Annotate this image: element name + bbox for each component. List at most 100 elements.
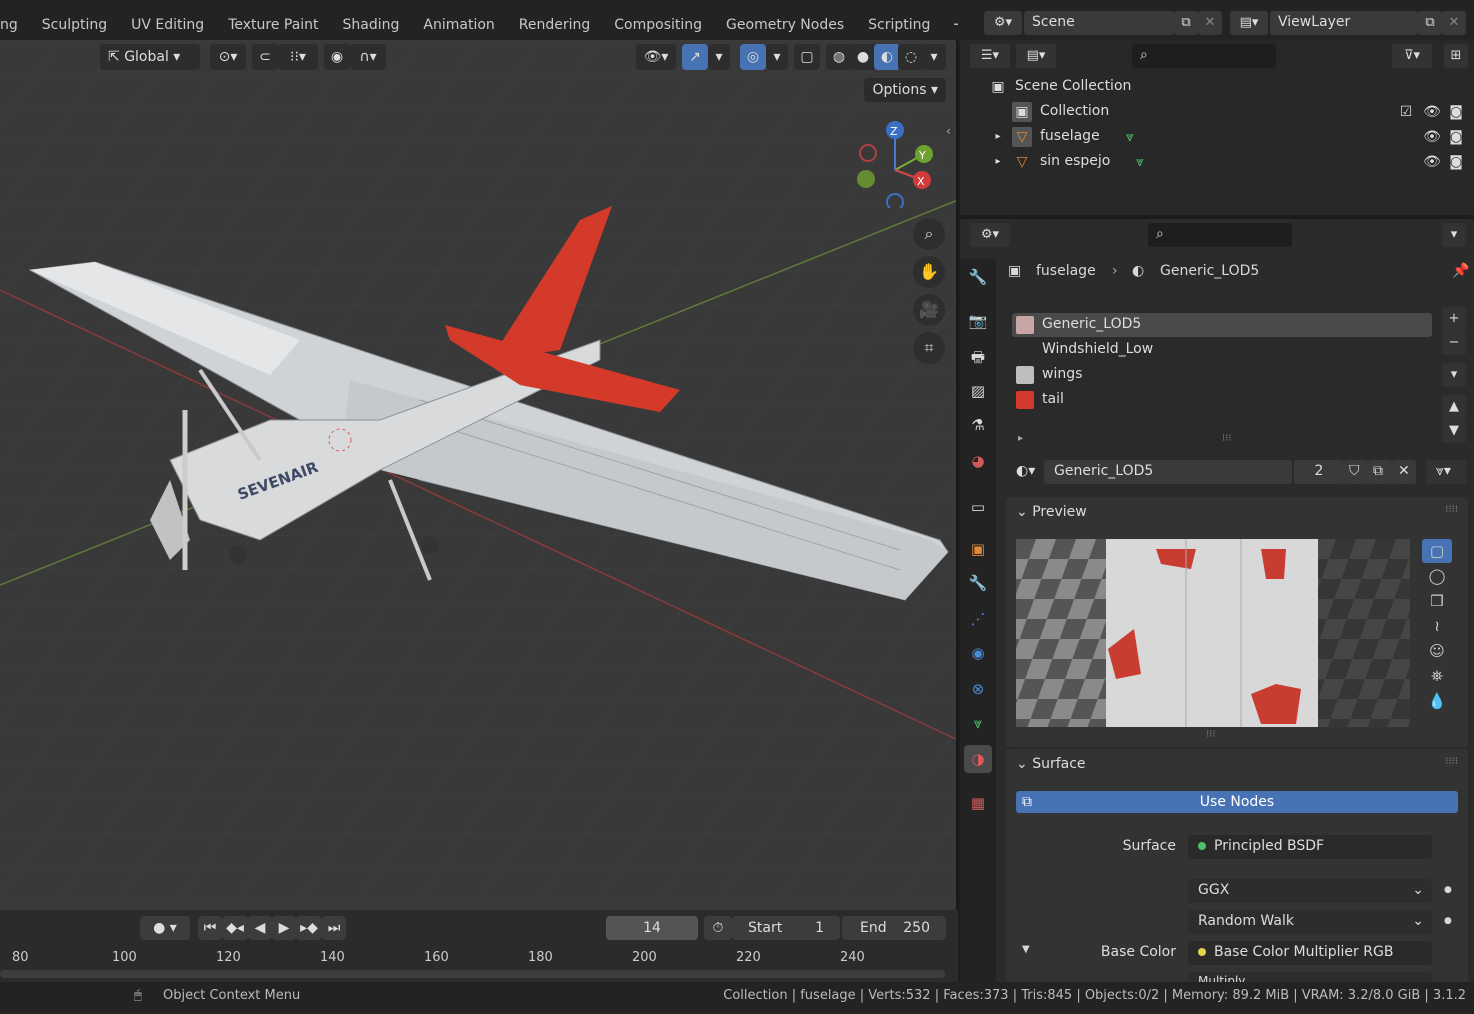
move-slot-down-icon[interactable]: ▼ [1442,419,1466,443]
zoom-icon[interactable]: ⌕ [913,218,945,250]
snap-target-icon[interactable]: ⁝⁝▾ [278,44,318,70]
base-color-field[interactable]: Base Color Multiplier RGB [1188,941,1432,965]
perspective-toggle-icon[interactable]: ⌗ [913,332,945,364]
scene-selector-icon[interactable]: ⚙▾ [984,11,1022,35]
fake-user-icon[interactable]: ⛉ [1344,460,1368,484]
tab-rendering[interactable]: Rendering [507,14,603,38]
scene-tab-icon[interactable]: ⚗ [964,411,992,439]
preview-resize-icon[interactable]: ⁝⁝⁝ [1206,729,1216,740]
expand-arrow-icon[interactable]: ▸ [988,152,1008,172]
filter-view-icon[interactable]: ▤▾ [1016,44,1056,68]
play-icon[interactable]: ▶ [272,916,296,940]
falloff-icon[interactable]: ∩▾ [350,44,386,70]
snap-icon[interactable]: ⊂ [252,44,278,70]
expand-arrow-icon[interactable]: ▸ [1018,433,1023,444]
expand-arrow-icon[interactable]: ▼ [1022,944,1030,955]
overlays-toggle-icon[interactable]: ◎ [740,44,766,70]
preview-cube-icon[interactable]: ❒ [1422,589,1452,613]
material-slot[interactable]: Windshield_Low [1012,338,1432,362]
tab-layout[interactable]: ng [0,14,30,38]
filter-icon[interactable]: ⊽▾ [1392,44,1432,68]
keying-record-icon[interactable]: ● ▾ [140,916,190,940]
new-scene-icon[interactable]: ⧉ [1174,11,1198,35]
distribution-dropdown[interactable]: GGX ⌄ [1188,879,1432,903]
material-shading-icon[interactable]: ◐ [874,44,900,70]
output-tab-icon[interactable]: 🖶 [964,343,992,371]
viewlayer-name-field[interactable]: ViewLayer [1270,11,1418,35]
camera-icon[interactable]: ◙ [1446,152,1466,172]
preview-header[interactable]: ⌄ Preview [1016,504,1087,520]
eye-icon[interactable]: 👁 [1422,152,1442,172]
material-slot[interactable]: wings [1012,363,1432,387]
next-keyframe-icon[interactable]: ▸◆ [296,916,322,940]
viewlayer-selector-icon[interactable]: ▤▾ [1230,11,1268,35]
preview-fluid-icon[interactable]: 💧 [1422,689,1452,713]
tab-uv-editing[interactable]: UV Editing [119,14,216,38]
use-nodes-button[interactable]: ⧉ Use Nodes [1016,791,1458,813]
eye-icon[interactable]: 👁 [1422,127,1442,147]
mesh-data-icon[interactable]: ⩔ [1130,152,1150,172]
timeline-ruler[interactable]: 80 100 120 140 160 180 200 220 240 [0,946,958,970]
proportional-edit-icon[interactable]: ◉ [324,44,350,70]
surface-header[interactable]: ⌄ Surface [1016,756,1086,772]
material-slot-list[interactable]: Generic_LOD5 Windshield_Low wings tail ▸… [1006,305,1432,453]
browse-material-icon[interactable]: ◐▾ [1006,460,1046,484]
preview-sphere-icon[interactable]: ◯ [1422,564,1452,588]
data-tab-icon[interactable]: ⩔ [964,709,992,737]
navigation-gizmo[interactable]: Z Y X [852,118,942,208]
outliner-row-collection[interactable]: ▣ Collection ☑ 👁 ◙ [960,99,1474,124]
preview-cloth-icon[interactable]: ⛯ [1422,664,1452,688]
drag-handle-icon[interactable]: ⁝⁝⁝⁝ [1445,504,1458,515]
render-tab-icon[interactable]: 📷 [964,307,992,335]
gizmo-dropdown-icon[interactable]: ▾ [708,44,730,70]
collection-tab-icon[interactable]: ▭ [964,493,992,521]
material-slot[interactable]: Generic_LOD5 [1012,313,1432,337]
material-tab-icon[interactable]: ◑ [964,745,992,773]
transform-orientation-dropdown[interactable]: ⇱ Global ▾ [100,44,200,70]
options-dropdown[interactable]: Options ▾ [864,78,946,102]
new-viewlayer-icon[interactable]: ⧉ [1418,11,1442,35]
link-type-icon[interactable]: ⩔▾ [1426,460,1466,484]
pin-icon[interactable]: 📌 [1452,263,1469,279]
tool-tab-icon[interactable]: 🔧 [964,263,992,291]
xray-icon[interactable]: ▢ [794,44,820,70]
wireframe-shading-icon[interactable]: ◍ [826,44,852,70]
world-tab-icon[interactable]: ◕ [964,447,992,475]
expand-arrow-icon[interactable]: ▸ [988,127,1008,147]
modifier-tab-icon[interactable]: 🔧 [964,569,992,597]
object-tab-icon[interactable]: ▣ [964,535,992,563]
outliner-row-fuselage[interactable]: ▸ ▽ fuselage ⩔ 👁 ◙ [960,124,1474,149]
user-count-field[interactable]: 2 [1294,460,1344,484]
camera-icon[interactable]: ◙ [1446,102,1466,122]
surface-shader-field[interactable]: Principled BSDF [1188,835,1432,859]
tab-compositing[interactable]: Compositing [602,14,714,38]
current-frame-field[interactable]: 14 [606,916,698,940]
jump-start-icon[interactable]: ⏮ [198,916,222,940]
solid-shading-icon[interactable]: ● [850,44,876,70]
visibility-icon[interactable]: 👁▾ [636,44,676,70]
preview-monkey-icon[interactable]: ☺ [1422,639,1452,663]
gizmo-toggle-icon[interactable]: ↗ [682,44,708,70]
pivot-point-icon[interactable]: ⊙▾ [210,44,246,70]
socket-dot-icon[interactable]: ● [1444,885,1452,895]
display-mode-icon[interactable]: ☰▾ [970,44,1010,68]
remove-slot-icon[interactable]: − [1442,331,1466,355]
new-collection-icon[interactable]: ⊞ [1444,44,1468,68]
tab-shading[interactable]: Shading [331,14,412,38]
drag-handle-icon[interactable]: ⁝⁝⁝⁝ [1445,756,1458,767]
prev-keyframe-icon[interactable]: ◆◂ [222,916,248,940]
unlink-material-icon[interactable]: ✕ [1392,460,1416,484]
outliner-row-scene-collection[interactable]: ▣ Scene Collection [960,74,1474,99]
start-frame-field[interactable]: Start 1 [732,916,840,940]
play-reverse-icon[interactable]: ◀ [248,916,272,940]
view-layer-tab-icon[interactable]: ▨ [964,377,992,405]
preview-range-icon[interactable]: ⏱ [704,916,732,940]
duplicate-material-icon[interactable]: ⧉ [1368,460,1392,484]
resize-handle-icon[interactable]: ⁝⁝⁝ [1222,433,1232,444]
3d-viewport[interactable]: SEVENAIR ⇱ Global ▾ ⊙▾ ⊂ ⁝⁝▾ ◉ ∩▾ 👁▾ ↗ ▾… [0,40,958,910]
outliner-row-sin-espejo[interactable]: ▸ ▽ sin espejo ⩔ 👁 ◙ [960,149,1474,174]
eye-icon[interactable]: 👁 [1422,102,1442,122]
subsurface-method-dropdown[interactable]: Random Walk ⌄ [1188,910,1432,934]
tab-geometry-nodes[interactable]: Geometry Nodes [714,14,856,38]
outliner-search-input[interactable]: ⌕ [1132,44,1276,68]
